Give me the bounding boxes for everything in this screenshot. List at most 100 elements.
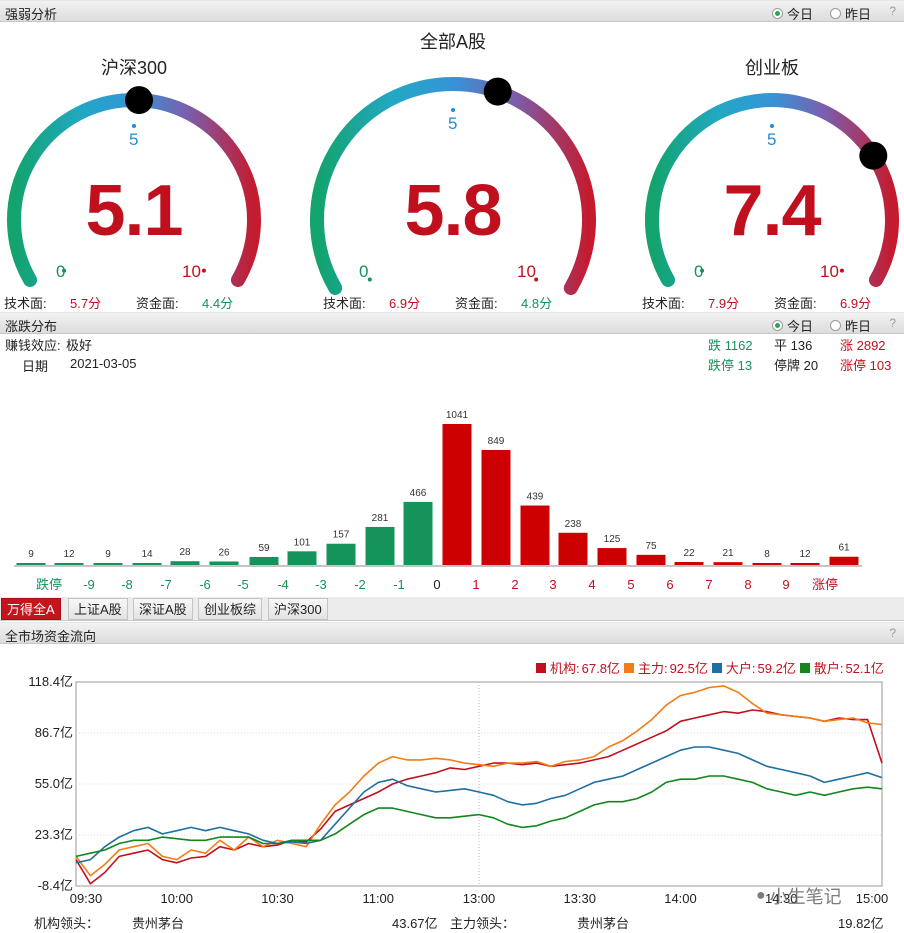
gauge3-title: 创业板 (745, 58, 799, 78)
bar (636, 554, 666, 565)
x-tick-label: 7 (705, 577, 712, 592)
distribution-radio-yesterday[interactable]: 昨日 (830, 316, 871, 335)
bar (674, 562, 704, 565)
bar (16, 563, 46, 565)
gauge1-fund-value: 4.4分 (202, 296, 234, 311)
bar-value-label: 466 (410, 488, 427, 499)
gauge1-tech-value: 5.7分 (70, 296, 102, 311)
distribution-chart: 9 12 9 14 28 26 591011572814661041849439238125… (14, 410, 862, 592)
gauge2-mid-dot (451, 108, 455, 112)
x-tick-label: 2 (511, 577, 518, 592)
x-tick-label: -5 (237, 577, 249, 592)
gauge2-tech-value: 6.9分 (389, 296, 421, 311)
x-tick-label: 1 (472, 577, 479, 592)
gauge1-low-label: 0 (56, 262, 66, 281)
bar-value-label: 61 (838, 543, 850, 554)
gauge2-low-label: 0 (359, 262, 369, 281)
up-count: 涨 2892 (840, 338, 886, 353)
flat-count: 平 136 (774, 338, 813, 353)
bar-value-label: 101 (294, 537, 311, 548)
gauge2-high-label: 10 (517, 262, 536, 281)
bar (54, 563, 84, 565)
gauge2-fund-value: 4.8分 (521, 296, 553, 311)
bar-value-label: 281 (372, 513, 389, 524)
distribution-title: 涨跌分布 (5, 319, 58, 334)
bar-value-label: 849 (488, 436, 505, 447)
bar (597, 548, 627, 565)
bar-value-label: 9 (28, 549, 34, 560)
distribution-header: 涨跌分布 今日 昨日 ? (0, 312, 904, 334)
bar-value-label: 157 (333, 530, 350, 541)
suspended-count: 停牌 20 (774, 358, 819, 373)
radio-unselected-icon (830, 320, 841, 331)
limit-up-count: 涨停 103 (840, 358, 892, 373)
x-tick-label: 3 (549, 577, 556, 592)
help-icon[interactable]: ? (889, 626, 896, 640)
bar (170, 561, 200, 565)
gauge3-tech-value: 7.9分 (708, 296, 740, 311)
tab-gem-composite[interactable]: 创业板综 (198, 598, 263, 620)
bar (790, 563, 820, 565)
bar-value-label: 12 (63, 549, 75, 560)
bar (829, 556, 859, 565)
bar-value-label: 439 (527, 492, 544, 503)
gauge3-value: 7.4 (723, 171, 821, 251)
gauge1-value: 5.1 (85, 171, 183, 251)
x-tick-label: 10:00 (160, 891, 193, 906)
index-tabs: 万得全A 上证A股 深证A股 创业板综 沪深300 (0, 597, 904, 621)
bar (249, 557, 279, 565)
bar (558, 532, 588, 565)
main-lead-label: 主力领头： (450, 916, 516, 931)
bar (481, 450, 511, 565)
gauge3-tech-label: 技术面: (642, 296, 685, 311)
inst-lead-stock: 贵州茅台 (132, 916, 185, 931)
x-tick-label: -6 (199, 577, 211, 592)
bar-value-label: 8 (764, 549, 770, 560)
date-value: 2021-03-05 (70, 356, 137, 371)
gauge2-value: 5.8 (404, 171, 502, 251)
main-lead-stock: 贵州茅台 (577, 916, 630, 931)
bar-value-label: 9 (105, 549, 111, 560)
gauge3-mid-label: 5 (767, 130, 777, 149)
legend-swatch-retail (799, 662, 810, 673)
tab-wind-all-a[interactable]: 万得全A (1, 598, 61, 620)
gauge1-title: 沪深300 (100, 58, 168, 78)
tab-sz-a[interactable]: 深证A股 (133, 598, 193, 620)
effect-value: 极好 (66, 338, 93, 353)
bar (713, 562, 743, 565)
flow-header: 全市场资金流向 ? (0, 622, 904, 644)
gauge3-fund-label: 资金面: (774, 296, 817, 311)
bar-value-label: 1041 (446, 410, 469, 421)
bar-value-label: 125 (604, 534, 621, 545)
bar-value-label: 26 (218, 547, 230, 558)
tab-hs300[interactable]: 沪深300 (268, 598, 328, 620)
gauge3-mid-dot (770, 124, 774, 128)
x-tick-label: 6 (666, 577, 673, 592)
gauge2-mid-label: 5 (448, 114, 458, 133)
bar (365, 526, 395, 565)
date-label: 日期 (22, 359, 49, 374)
x-tick-label: -2 (354, 577, 366, 592)
gauge2-tech-label: 技术面: (323, 296, 366, 311)
limit-down-count: 跌停 13 (708, 358, 753, 373)
bar (93, 563, 123, 565)
x-tick-label: 13:00 (463, 891, 496, 906)
distribution-radio-today[interactable]: 今日 (772, 316, 813, 335)
x-tick-label: 8 (744, 577, 751, 592)
gauge1-fund-label: 资金面: (136, 296, 179, 311)
bar (752, 563, 782, 565)
y-tick-label: 118.4亿 (28, 674, 73, 689)
legend-swatch-large (711, 662, 722, 673)
x-tick-label: -7 (160, 577, 172, 592)
tab-sh-a[interactable]: 上证A股 (68, 598, 128, 620)
help-icon[interactable]: ? (889, 316, 896, 330)
x-tick-label: -8 (121, 577, 133, 592)
wechat-icon: ● (756, 887, 766, 904)
y-tick-label: 23.3亿 (35, 827, 73, 842)
gauge1-high-label: 10 (182, 262, 201, 281)
flow-title: 全市场资金流向 (5, 629, 97, 644)
x-tick-label: -3 (315, 577, 327, 592)
x-tick-label: 4 (588, 577, 595, 592)
gauge2-fund-label: 资金面: (455, 296, 498, 311)
bar (132, 563, 162, 565)
